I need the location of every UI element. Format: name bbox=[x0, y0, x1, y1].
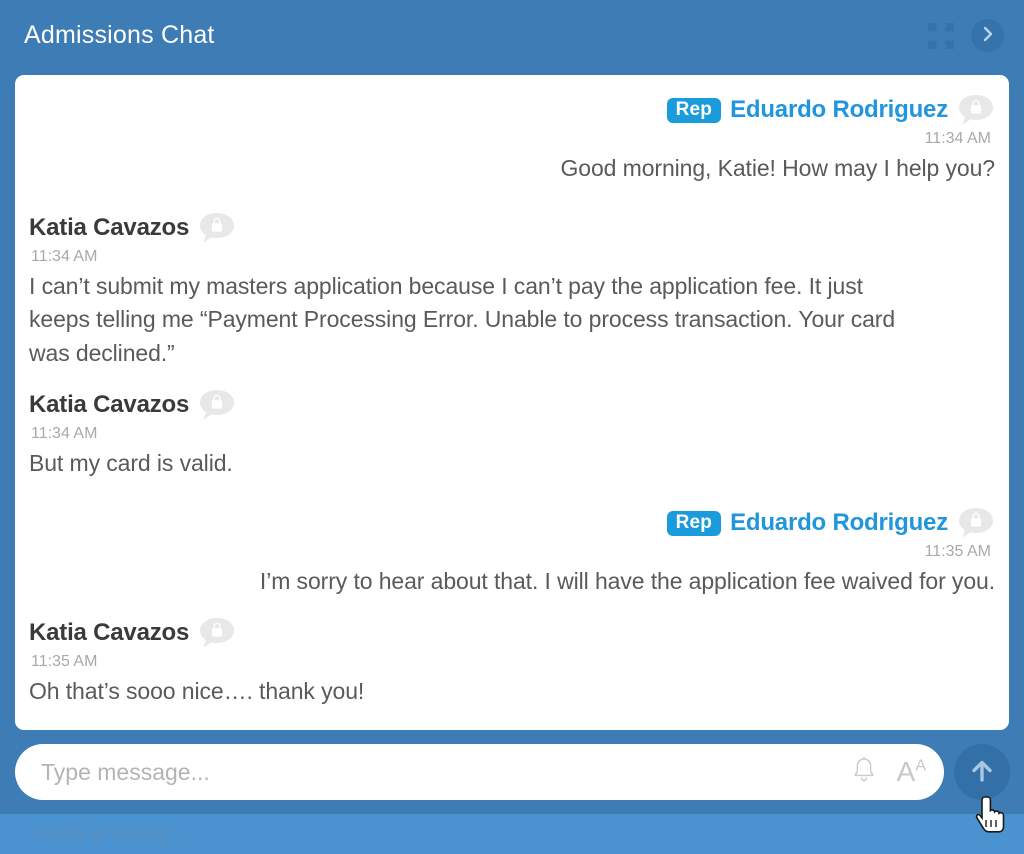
locked-chat-avatar-icon bbox=[198, 211, 236, 245]
message-timestamp: 11:34 AM bbox=[31, 424, 98, 442]
message-text: I’m sorry to hear about that. I will hav… bbox=[259, 567, 995, 594]
chat-widget: Admissions Chat Rep Eduardo Rodriguez 11… bbox=[0, 0, 1024, 854]
message-composer: AA bbox=[0, 730, 1024, 833]
message-header: Katia Cavazos bbox=[29, 388, 995, 422]
message-text: Oh that’s sooo nice…. thank you! bbox=[29, 678, 365, 705]
message-text: Good morning, Katie! How may I help you? bbox=[560, 154, 995, 181]
message-header: Rep Eduardo Rodriguez bbox=[29, 506, 995, 540]
message-row: Rep Eduardo Rodriguez 11:35 AM I’m sorry… bbox=[29, 506, 995, 598]
chevron-right-icon bbox=[979, 25, 997, 46]
locked-chat-avatar-icon bbox=[198, 388, 236, 422]
chat-header: Admissions Chat bbox=[0, 0, 1024, 75]
message-text: I can’t submit my masters application be… bbox=[29, 272, 896, 366]
message-row: Katia Cavazos 11:34 AM But my card is va… bbox=[29, 388, 995, 480]
typing-status-bar: Katia is typing... bbox=[0, 814, 1024, 854]
arrow-up-icon bbox=[966, 755, 998, 790]
collapse-button[interactable] bbox=[971, 19, 1004, 52]
message-header: Katia Cavazos bbox=[29, 616, 995, 650]
message-row: Katia Cavazos 11:34 AM I can’t submit my… bbox=[29, 211, 995, 370]
message-text: But my card is valid. bbox=[29, 449, 233, 476]
page-title: Admissions Chat bbox=[24, 21, 215, 49]
chat-transcript[interactable]: Rep Eduardo Rodriguez 11:34 AM Good morn… bbox=[15, 75, 1009, 730]
message-timestamp: 11:34 AM bbox=[31, 248, 98, 266]
header-actions bbox=[925, 19, 1004, 52]
font-size-icon[interactable]: AA bbox=[897, 758, 926, 786]
message-timestamp: 11:35 AM bbox=[924, 543, 991, 561]
message-row: Rep Eduardo Rodriguez 11:34 AM Good morn… bbox=[29, 93, 995, 185]
sender-name: Eduardo Rodriguez bbox=[730, 508, 948, 536]
message-timestamp: 11:35 AM bbox=[31, 653, 98, 671]
typing-indicator-text: Katia is typing... bbox=[36, 821, 188, 846]
chat-panel-wrapper: Rep Eduardo Rodriguez 11:34 AM Good morn… bbox=[0, 75, 1024, 730]
send-button[interactable] bbox=[954, 744, 1010, 800]
bell-icon[interactable] bbox=[851, 755, 877, 789]
locked-chat-avatar-icon bbox=[957, 93, 995, 127]
message-row: Katia Cavazos 11:35 AM Oh that’s sooo ni… bbox=[29, 616, 995, 708]
sender-name: Eduardo Rodriguez bbox=[730, 95, 948, 123]
sender-name: Katia Cavazos bbox=[29, 619, 190, 647]
locked-chat-avatar-icon bbox=[198, 616, 236, 650]
message-timestamp: 11:34 AM bbox=[924, 130, 991, 147]
message-input[interactable] bbox=[39, 757, 841, 787]
sender-name: Katia Cavazos bbox=[29, 213, 190, 241]
rep-badge: Rep bbox=[666, 510, 722, 536]
message-header: Rep Eduardo Rodriguez bbox=[29, 93, 995, 127]
composer-icons: AA bbox=[841, 755, 926, 789]
locked-chat-avatar-icon bbox=[957, 506, 995, 540]
sender-name: Katia Cavazos bbox=[29, 390, 190, 418]
expand-button[interactable] bbox=[925, 20, 957, 52]
expand-arrows-icon bbox=[925, 20, 957, 52]
input-pill[interactable]: AA bbox=[15, 744, 944, 800]
rep-badge: Rep bbox=[666, 97, 722, 123]
message-header: Katia Cavazos bbox=[29, 211, 995, 245]
